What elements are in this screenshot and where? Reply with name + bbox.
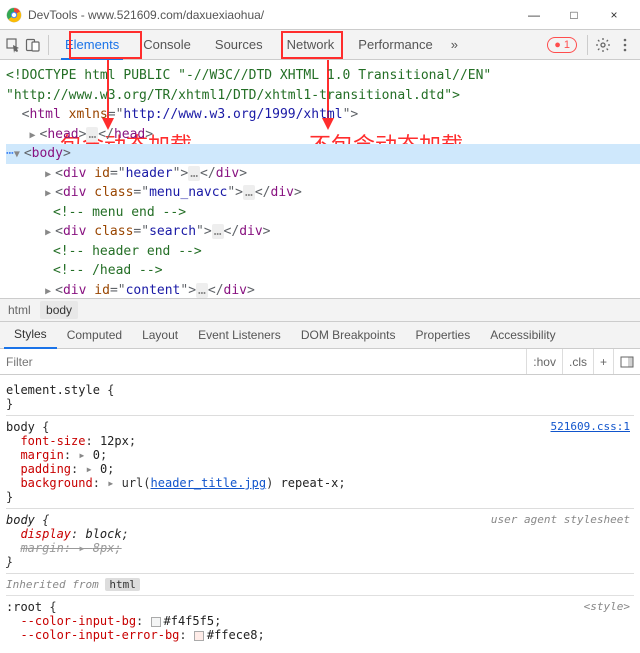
- breadcrumb[interactable]: html body: [0, 298, 640, 321]
- tab-performance[interactable]: Performance: [346, 30, 444, 60]
- root-source[interactable]: <style>: [584, 600, 630, 613]
- device-icon[interactable]: [24, 36, 42, 54]
- val-padding[interactable]: 0: [100, 462, 107, 476]
- doctype-line2: "http://www.w3.org/TR/xhtml1/DTD/xhtml1-…: [6, 88, 460, 103]
- val-margin[interactable]: 0: [93, 448, 100, 462]
- elements-tree[interactable]: <!DOCTYPE html PUBLIC "-//W3C//DTD XHTML…: [0, 60, 640, 298]
- prop-background[interactable]: background: [20, 476, 92, 490]
- selector-root: :root: [6, 600, 42, 614]
- cls-button[interactable]: .cls: [562, 349, 593, 374]
- subtab-styles[interactable]: Styles: [4, 321, 57, 349]
- prop-color-input-error-bg[interactable]: --color-input-error-bg: [20, 628, 179, 642]
- val-font-size[interactable]: 12px: [100, 434, 129, 448]
- comment-head-close[interactable]: <!-- /head -->: [6, 261, 640, 281]
- devtools-toolbar: Elements Console Sources Network Perform…: [0, 30, 640, 60]
- prop-padding[interactable]: padding: [20, 462, 71, 476]
- devtools-icon: [6, 7, 22, 23]
- div-menu-node[interactable]: ▶<div class="menu_navcc">…</div>: [6, 183, 640, 203]
- maximize-button[interactable]: □: [554, 0, 594, 30]
- prop-font-size[interactable]: font-size: [20, 434, 85, 448]
- window-title: DevTools - www.521609.com/daxuexiaohua/: [28, 8, 514, 22]
- ua-label: user agent stylesheet: [491, 513, 630, 526]
- swatch-input-bg[interactable]: [151, 617, 161, 627]
- tab-elements[interactable]: Elements: [53, 30, 131, 60]
- styles-filter-input[interactable]: [0, 355, 526, 369]
- tab-console[interactable]: Console: [131, 30, 203, 60]
- subtab-event-listeners[interactable]: Event Listeners: [188, 321, 291, 349]
- panel-tabs: Elements Console Sources Network Perform…: [53, 30, 464, 59]
- crumb-body[interactable]: body: [40, 301, 78, 319]
- val-display[interactable]: block: [85, 527, 121, 541]
- div-header-node[interactable]: ▶<div id="header">…</div>: [6, 164, 640, 184]
- kebab-icon[interactable]: [614, 34, 636, 56]
- close-button[interactable]: ×: [594, 0, 634, 30]
- val-bg-url[interactable]: header_title.jpg: [151, 476, 267, 490]
- styles-subtabs: Styles Computed Layout Event Listeners D…: [0, 321, 640, 349]
- element-style-block[interactable]: element.style {}: [6, 379, 634, 416]
- inspect-icon[interactable]: [4, 36, 22, 54]
- source-link[interactable]: 521609.css:1: [551, 420, 630, 433]
- comment-header-end[interactable]: <!-- header end -->: [6, 242, 640, 262]
- crumb-html[interactable]: html: [8, 303, 31, 317]
- html-node[interactable]: <html xmlns="http://www.w3.org/1999/xhtm…: [6, 105, 640, 125]
- val-color-input-error-bg[interactable]: #ffece8: [207, 628, 258, 642]
- new-rule-button[interactable]: +: [593, 349, 613, 374]
- subtab-dom-breakpoints[interactable]: DOM Breakpoints: [291, 321, 406, 349]
- prop-display[interactable]: display: [20, 527, 71, 541]
- tab-sources[interactable]: Sources: [203, 30, 275, 60]
- styles-panel: element.style {} 521609.css:1 body { fon…: [0, 375, 640, 650]
- tab-network[interactable]: Network: [275, 30, 347, 60]
- tab-more[interactable]: »: [445, 30, 464, 60]
- styles-filter-bar: :hov .cls +: [0, 349, 640, 375]
- hov-button[interactable]: :hov: [526, 349, 562, 374]
- inherited-html-tag[interactable]: html: [105, 578, 140, 591]
- doctype-line1: <!DOCTYPE html PUBLIC "-//W3C//DTD XHTML…: [6, 68, 491, 83]
- subtab-computed[interactable]: Computed: [57, 321, 132, 349]
- selector-body-ua: body: [6, 513, 35, 527]
- minimize-button[interactable]: —: [514, 0, 554, 30]
- prop-margin-ua[interactable]: margin: [20, 541, 63, 555]
- subtab-accessibility[interactable]: Accessibility: [480, 321, 565, 349]
- val-color-input-bg[interactable]: #f4f5f5: [164, 614, 215, 628]
- div-search-node[interactable]: ▶<div class="search">…</div>: [6, 222, 640, 242]
- prop-color-input-bg[interactable]: --color-input-bg: [20, 614, 136, 628]
- val-margin-ua[interactable]: 8px: [93, 541, 115, 555]
- val-bg-repeat[interactable]: repeat-x: [281, 476, 339, 490]
- subtab-layout[interactable]: Layout: [132, 321, 188, 349]
- div-content-node[interactable]: ▶<div id="content">…</div>: [6, 281, 640, 299]
- settings-icon[interactable]: [592, 34, 614, 56]
- root-style-block[interactable]: <style> :root { --color-input-bg: #f4f5f…: [6, 595, 634, 646]
- inherited-from-row: Inherited from html: [6, 574, 634, 595]
- ua-body-block[interactable]: user agent stylesheet body { display: bl…: [6, 509, 634, 574]
- toggle-sidebar-icon[interactable]: [613, 349, 640, 374]
- head-node[interactable]: ▶<head>…</head>: [6, 125, 640, 145]
- body-style-block[interactable]: 521609.css:1 body { font-size: 12px; mar…: [6, 416, 634, 509]
- comment-menu-end[interactable]: <!-- menu end -->: [6, 203, 640, 223]
- prop-margin[interactable]: margin: [20, 448, 63, 462]
- swatch-input-error-bg[interactable]: [194, 631, 204, 641]
- body-node[interactable]: ⋯▼<body>: [6, 144, 640, 164]
- error-count-badge[interactable]: ●1: [547, 37, 577, 53]
- selector-element-style: element.style: [6, 383, 100, 397]
- selector-body: body: [6, 420, 35, 434]
- titlebar: DevTools - www.521609.com/daxuexiaohua/ …: [0, 0, 640, 30]
- subtab-properties[interactable]: Properties: [406, 321, 481, 349]
